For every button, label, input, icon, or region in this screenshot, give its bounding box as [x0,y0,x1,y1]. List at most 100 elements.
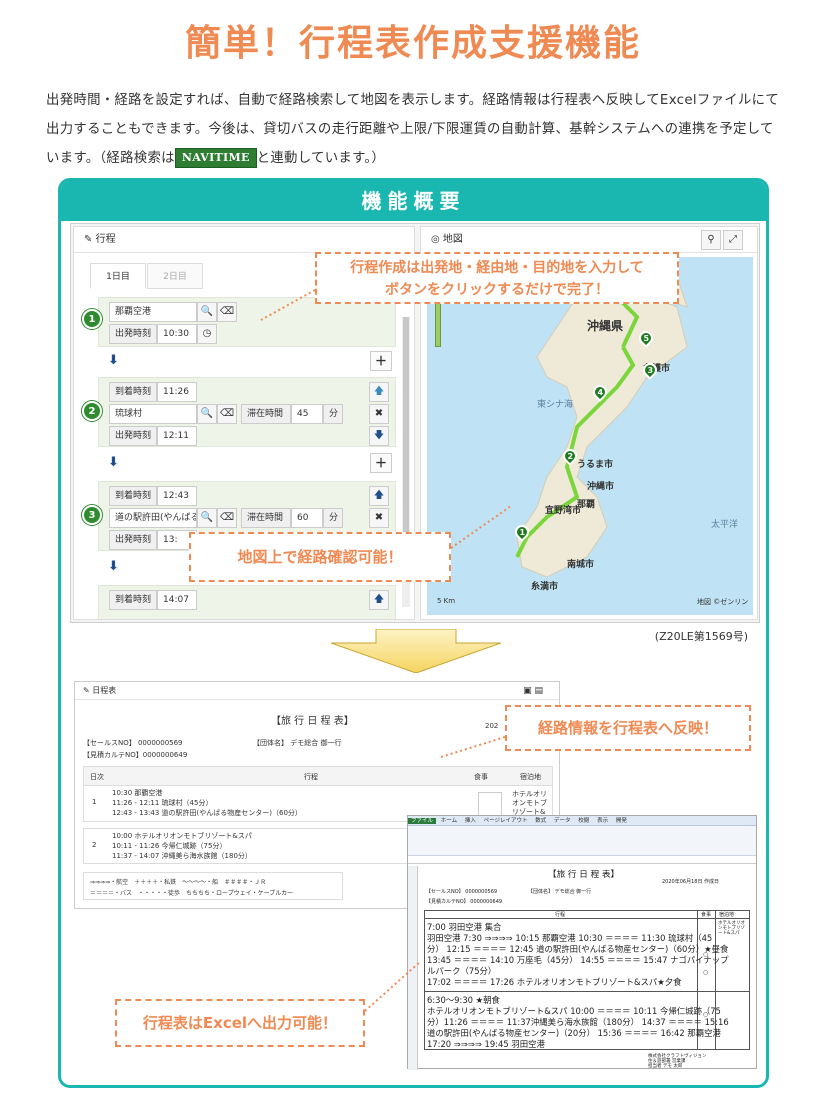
meal-mark: ○ [703,1011,709,1018]
excel-table: 行程 食事 宿泊地 7:00 羽田空港 集合 羽田空港 7:30 ⇒⇒⇒⇒ 10… [424,910,750,1050]
arrive-label: 到着時刻 [109,590,157,610]
excel-group: 【団体名】 デモ総合 御一行 [528,889,592,895]
meal-select[interactable] [478,792,502,816]
move-up-icon[interactable]: 🡅 [369,590,389,610]
arrive-time[interactable]: 12:43 [157,486,197,506]
excel-title: 【旅 行 日 程 表】 [548,870,620,880]
tab-day2[interactable]: 2日目 [147,263,203,289]
excel-hotel: ホテルオリオンモトブリゾート&スパ [718,921,745,936]
search-icon[interactable]: 🔍 [197,302,217,322]
navitime-logo: NAVITIME [174,148,257,168]
stop-2: 到着時刻 11:26 🡅 琉球村 🔍 ⌫ 滞在時間 45 分 ✖ 出発時刻 12… [98,377,396,447]
place-input[interactable]: 琉球村 [109,404,197,424]
callout-map: 地図上で経路確認可能！ [189,532,451,582]
zoom-slider[interactable] [435,297,441,347]
excel-date: 2020年06月18日 作成日 [662,879,720,885]
arrow-down-icon: ⬇ [108,559,119,574]
expand-icon[interactable]: ⤢ [723,230,743,250]
schedule-header: ✎ 日程表 [75,682,559,700]
map-scale: 5 Km [437,597,456,605]
edit-icon: ✎ [84,234,93,245]
excel-ribbon[interactable] [408,826,756,856]
depart-label: 出発時刻 [109,324,157,344]
arrive-time[interactable]: 11:26 [157,382,197,402]
scrollbar-thumb[interactable] [403,317,409,537]
stay-input[interactable]: 45 [291,404,323,424]
map-label: うるま市 [577,460,614,470]
license-code: (Z20LE第1569号) [654,630,748,643]
meal-mark: ○ [703,969,709,976]
excel-line: 17:02 ＝＝＝＝ 17:26 ホテルオリオンモトブリゾート&スパ★夕食 [427,977,682,987]
callout-create: 行程作成は出発地・経由地・目的地を入力して ボタンをクリックするだけで完了！ [315,252,679,304]
stop-number: 2 [82,401,102,421]
move-up-icon[interactable]: 🡅 [369,382,389,402]
map-label: 沖縄県 [587,319,624,333]
arrow-down-icon: ⬇ [108,353,119,368]
add-stop-button[interactable]: ＋ [370,453,392,473]
schedule-year: 202 [485,722,499,730]
move-up-icon[interactable]: 🡅 [369,486,389,506]
clock-icon[interactable]: ◷ [197,324,217,344]
map-label: 東シナ海 [537,400,574,410]
delete-icon[interactable]: ✖ [369,404,389,424]
stop-1: 那覇空港 🔍 ⌫ 出発時刻 10:30 ◷ [98,297,396,347]
arrive-time[interactable]: 14:07 [157,590,197,610]
location-icon: ◎ [431,234,440,245]
schedule-title: 【旅 行 日 程 表】 [271,716,354,727]
map-label: 糸満市 [531,582,559,592]
callout-excel: 行程表はExcelへ出力可能！ [115,999,365,1047]
excel-company: 株式会社クラフトヴィジョン 住＆遊部署 営業課 担当者 デモ 太郎 [648,1054,707,1069]
move-down-icon[interactable]: 🡇 [369,426,389,446]
stop-number: 3 [82,505,102,525]
page-title: 簡単！行程表作成支援機能 [184,23,642,64]
map-label: 太平洋 [711,520,739,530]
meal-mark: ○ [703,951,709,958]
eraser-icon[interactable]: ⌫ [217,302,237,322]
karte-no: 【見積カルテNO】0000000649 [83,751,188,759]
map-credit: 地図 ©ゼンリン [697,598,749,606]
add-stop-button[interactable]: ＋ [370,351,392,371]
callout-reflect: 経路情報を行程表へ反映！ [505,705,751,751]
delete-icon[interactable]: ✖ [369,508,389,528]
depart-label: 出発時刻 [109,426,157,446]
map-view[interactable]: 沖縄県 名護市 那覇 うるま市 沖縄市 宜野湾市 南城市 糸満市 東シナ海 太平… [427,257,753,615]
map-label: 南城市 [567,560,595,570]
formula-bar[interactable] [408,856,756,864]
pin-icon[interactable]: ⚲ [701,230,721,250]
depart-time[interactable]: 12:11 [157,426,197,446]
arrive-label: 到着時刻 [109,486,157,506]
stay-label: 滞在時間 [241,508,291,528]
arrow-down-icon: ⬇ [108,455,119,470]
map-label: 宜野湾市 [545,506,582,516]
eraser-icon[interactable]: ⌫ [217,404,237,424]
map-label: 沖縄市 [587,482,615,492]
arrive-label: 到着時刻 [109,382,157,402]
itinerary-header: ✎ 行程 [74,227,414,253]
excel-karte: 【見積カルテNO】 0000000649 [426,899,503,905]
day-tabs: 1日目 2日目 [90,263,204,289]
excel-screenshot: ファイル ホーム 挿入 ページレイアウト 数式 データ 校閲 表示 開発 【旅 … [407,815,757,1070]
excel-ribbon-tabs: ファイル ホーム 挿入 ページレイアウト 数式 データ 校閲 表示 開発 [408,816,756,826]
row-headers [408,866,418,1070]
search-icon[interactable]: 🔍 [197,404,217,424]
excel-sales: 【セールスNO】 0000000569 [426,889,498,895]
stay-label: 滞在時間 [241,404,291,424]
feature-panel: 機能概要 ✎ 行程 1日目 2日目 那覇空港 🔍 ⌫ 出発時刻 10:30 ◷ 1… [58,178,769,1088]
place-input[interactable]: 道の駅許田(やんばる [109,508,197,528]
stop-4: 到着時刻 14:07 🡅 [98,585,396,619]
down-arrow-icon [331,629,501,673]
tab-day1[interactable]: 1日目 [90,263,146,289]
stop-number: 1 [82,309,102,329]
place-input[interactable]: 那覇空港 [109,302,197,322]
schedule-table-head: 日次 行程 食事 宿泊地 [83,766,553,786]
excel-line: 17:20 ⇒⇒⇒⇒ 19:45 羽田空港 [427,1039,545,1049]
export-icons[interactable]: ▣ ▤ [523,686,543,696]
depart-time[interactable]: 10:30 [157,324,197,344]
stay-unit: 分 [323,404,343,424]
stay-input[interactable]: 60 [291,508,323,528]
search-icon[interactable]: 🔍 [197,508,217,528]
eraser-icon[interactable]: ⌫ [217,508,237,528]
panel-title: 機能概要 [61,181,766,221]
legend-box: ⇒⇒⇒⇒・航空 ＋＋＋＋・私鉄 〜〜〜〜・船 ＃＃＃＃・ＪＲ ＝＝＝＝・バス ・… [83,872,343,900]
stay-unit: 分 [323,508,343,528]
